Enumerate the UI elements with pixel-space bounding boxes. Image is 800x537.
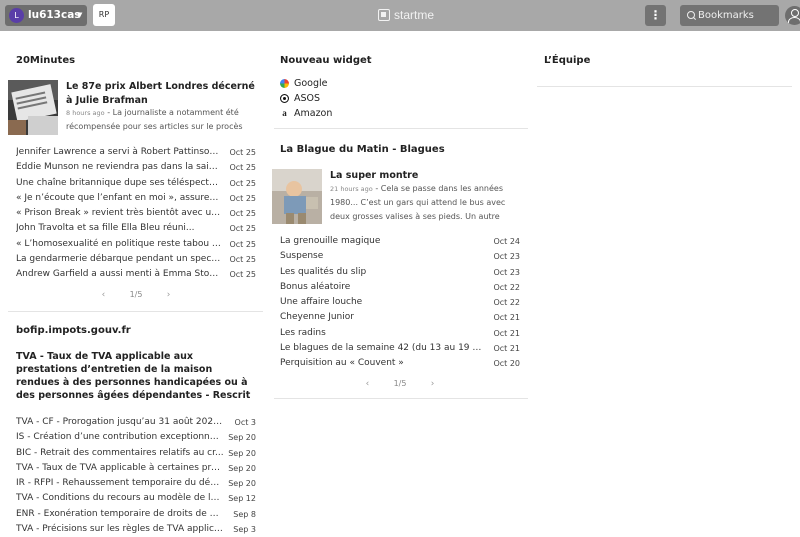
feature-article-title[interactable]: TVA - Taux de TVA applicable aux prestat… [16, 350, 256, 402]
list-item[interactable]: Perquisition au « Couvent » Oct 20 [280, 356, 520, 371]
article-list: Jennifer Lawrence a servi à Robert Patti… [16, 145, 256, 283]
list-item[interactable]: John Travolta et sa fille Ella Bleu réun… [16, 221, 256, 236]
page-indicator: 1/5 [129, 290, 143, 299]
list-item[interactable]: Une chaîne britannique dupe ses téléspec… [16, 176, 256, 191]
vertical-dots-icon: ⋮ [649, 8, 662, 22]
list-item[interactable]: BIC - Retrait des commentaires relatifs … [16, 446, 256, 461]
user-menu-button[interactable]: L lu613cas ▼ [5, 5, 87, 26]
list-item[interactable]: IS - Création d’une contribution excepti… [16, 430, 256, 445]
list-item[interactable]: Jennifer Lawrence a servi à Robert Patti… [16, 145, 256, 160]
chevron-left-icon[interactable]: ‹ [93, 290, 113, 300]
amazon-icon: a [282, 108, 287, 118]
list-item[interactable]: Eddie Munson ne reviendra pas dans la sa… [16, 160, 256, 175]
article-thumbnail[interactable] [272, 169, 322, 224]
list-item[interactable]: « L’homosexualité en politique reste tab… [16, 237, 256, 252]
widget-blague: La Blague du Matin - Blagues La super mo… [272, 144, 528, 404]
list-item[interactable]: Andrew Garfield a aussi menti à Emma Sto… [16, 267, 256, 282]
divider [537, 86, 792, 87]
divider [8, 311, 263, 312]
list-item[interactable]: La gendarmerie débarque pendant un spect… [16, 252, 256, 267]
widget-title[interactable]: Nouveau widget [280, 55, 372, 66]
list-item[interactable]: Une affaire louche Oct 22 [280, 295, 520, 310]
list-item[interactable]: Cheyenne Junior Oct 21 [280, 310, 520, 325]
chevron-left-icon[interactable]: ‹ [357, 379, 377, 389]
divider [274, 398, 528, 399]
google-icon [280, 79, 289, 88]
widget-title[interactable]: La Blague du Matin - Blagues [280, 144, 445, 155]
search-input[interactable]: Bookmarks [680, 5, 779, 26]
bookmark-amazon[interactable]: a Amazon [280, 106, 480, 121]
list-item[interactable]: « Prison Break » revient très bientôt av… [16, 206, 256, 221]
widget-title[interactable]: 20Minutes [16, 55, 75, 66]
widget-title[interactable]: L’Équipe [544, 55, 590, 66]
list-item[interactable]: La grenouille magique Oct 24 [280, 234, 520, 249]
asos-icon [280, 94, 289, 103]
search-placeholder: Bookmarks [698, 10, 754, 21]
list-item[interactable]: Les qualités du slip Oct 23 [280, 265, 520, 280]
widget-links: Nouveau widget Google ASOS a Amazon [274, 55, 528, 130]
article-thumbnail[interactable] [8, 80, 58, 135]
user-name: lu613cas [28, 9, 81, 21]
startme-logo-icon [378, 9, 390, 21]
list-item[interactable]: TVA - Taux de TVA applicable à certaines… [16, 461, 256, 476]
page-indicator: 1/5 [393, 379, 407, 388]
logo-text: startme [394, 8, 435, 22]
list-item[interactable]: Les radins Oct 21 [280, 326, 520, 341]
newspaper-photo-image [8, 80, 58, 135]
list-item[interactable]: Suspense Oct 23 [280, 249, 520, 264]
bookmark-google[interactable]: Google [280, 76, 480, 91]
article-list: TVA - CF - Prorogation jusqu’au 31 août … [16, 415, 256, 537]
list-item[interactable]: IR - RFPI - Rehaussement temporaire du d… [16, 476, 256, 491]
top-bar: L lu613cas ▼ RP startme ⋮ Bookmarks [0, 0, 800, 31]
list-item[interactable]: « Je n’écoute que l’enfant en moi », ass… [16, 191, 256, 206]
bookmark-list: Google ASOS a Amazon [280, 76, 480, 121]
feature-article-summary: 21 hours ago - Cela se passe dans les an… [330, 182, 525, 224]
list-item[interactable]: ENR - Exonération temporaire de droits d… [16, 507, 256, 522]
list-item[interactable]: TVA - Conditions du recours au modèle de… [16, 491, 256, 506]
feature-article-title[interactable]: La super montre [330, 169, 525, 183]
search-icon [687, 11, 695, 19]
list-item[interactable]: TVA - Précisions sur les règles de TVA a… [16, 522, 256, 537]
widget-lequipe: L’Équipe [537, 55, 792, 90]
feature-article-summary: 8 hours ago - La journaliste a notamment… [66, 106, 261, 134]
chevron-down-icon: ▼ [77, 11, 83, 19]
article-age: 8 hours ago [66, 109, 105, 117]
feature-article-title[interactable]: Le 87e prix Albert Londres décerné à Jul… [66, 80, 261, 108]
pagination: ‹ 1/5 › [355, 379, 445, 389]
list-item[interactable]: TVA - CF - Prorogation jusqu’au 31 août … [16, 415, 256, 430]
startme-logo[interactable]: startme [378, 8, 434, 22]
user-avatar: L [9, 8, 24, 23]
article-list: La grenouille magique Oct 24 Suspense Oct … [280, 234, 520, 372]
child-photo-image [272, 169, 322, 224]
pagination: ‹ 1/5 › [91, 290, 181, 300]
chevron-right-icon[interactable]: › [159, 290, 179, 300]
widget-title[interactable]: bofip.impots.gouv.fr [16, 325, 131, 336]
list-item[interactable]: Le blagues de la semaine 42 (du 13 au 19… [280, 341, 520, 356]
page-rp-button[interactable]: RP [93, 4, 115, 26]
divider [274, 128, 528, 129]
widget-20minutes: 20Minutes Le 87e prix Albert Londres déc… [8, 55, 263, 315]
chevron-right-icon[interactable]: › [423, 379, 443, 389]
bookmark-asos[interactable]: ASOS [280, 91, 480, 106]
widget-bofip: bofip.impots.gouv.fr TVA - Taux de TVA a… [8, 325, 263, 534]
account-icon[interactable] [785, 6, 800, 25]
article-age: 21 hours ago [330, 185, 373, 193]
more-options-button[interactable]: ⋮ [645, 5, 666, 26]
list-item[interactable]: Bonus aléatoire Oct 22 [280, 280, 520, 295]
